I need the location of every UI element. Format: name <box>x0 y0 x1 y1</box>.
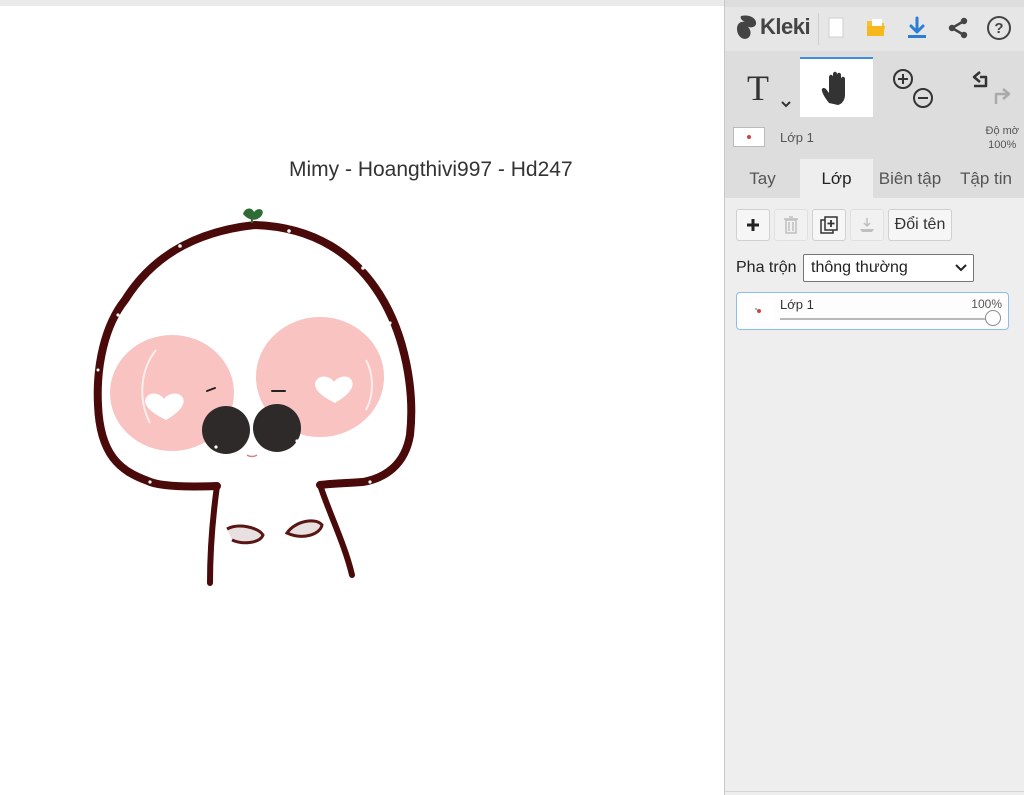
redo-icon <box>994 88 1011 104</box>
tab-hand[interactable]: Tay <box>725 159 800 198</box>
new-file-button[interactable] <box>821 13 851 43</box>
left-arm <box>226 524 265 545</box>
opacity-value: 100% <box>988 139 1017 151</box>
left-eye <box>202 406 250 454</box>
delete-layer-button[interactable] <box>774 209 808 241</box>
download-button[interactable] <box>902 13 932 43</box>
hand-tool-icon <box>821 71 845 105</box>
right-eye <box>253 404 301 452</box>
rename-layer-button[interactable]: Đổi tên <box>888 209 952 241</box>
add-layer-button[interactable] <box>736 209 770 241</box>
top-toolbar: Kleki ? <box>725 7 1024 51</box>
duplicate-layer-icon <box>820 216 838 234</box>
opacity-readout: Độ mờ 100% <box>986 124 1020 152</box>
undo-icon <box>972 71 1011 104</box>
hand-tool-button[interactable] <box>800 57 873 117</box>
character-drawing <box>93 208 416 586</box>
rename-label: Đổi tên <box>894 216 946 233</box>
layer-info-bar: Lớp 1 Độ mờ 100% <box>725 120 1024 156</box>
browser-top-strip <box>0 0 724 6</box>
zoom-in-icon <box>893 69 933 108</box>
zoom-button[interactable] <box>875 57 947 117</box>
character-body-right <box>317 482 355 578</box>
blend-mode-value: thông thường <box>811 259 908 276</box>
blend-mode-label: Pha trộn <box>736 259 797 276</box>
text-tool-icon: T <box>747 68 791 108</box>
download-icon <box>908 16 926 38</box>
text-tool-button[interactable]: T <box>725 57 799 117</box>
delete-layer-icon <box>784 216 798 234</box>
side-panel: Kleki ? T Lớp 1 Độ mờ 100% Tay Lớp Biên … <box>724 0 1024 795</box>
tab-edit[interactable]: Biên tập <box>873 159 947 198</box>
drawing-canvas[interactable]: Mimy - Hoangthivi997 - Hd247 <box>0 0 724 795</box>
merge-down-icon <box>860 218 874 232</box>
opacity-label: Độ mờ <box>985 125 1020 137</box>
open-file-icon <box>867 19 885 36</box>
svg-text:T: T <box>747 68 769 108</box>
layer-name: Lớp 1 <box>780 297 814 312</box>
merge-down-button[interactable] <box>850 209 884 241</box>
tab-layers[interactable]: Lớp <box>800 159 873 198</box>
panel-tabs: Tay Lớp Biên tập Tập tin <box>725 159 1024 198</box>
svg-text:?: ? <box>994 20 1003 37</box>
current-layer-name: Lớp 1 <box>780 130 814 145</box>
chevron-down-icon <box>955 264 967 272</box>
right-arm <box>284 519 324 538</box>
share-icon <box>948 17 968 39</box>
new-file-icon <box>828 17 844 38</box>
layer-item[interactable]: Lớp 1 100% <box>736 292 1009 330</box>
kleki-logo[interactable]: Kleki <box>735 14 811 40</box>
undo-redo-button[interactable] <box>949 57 1023 117</box>
tool-row: T <box>725 57 1024 117</box>
duplicate-layer-button[interactable] <box>812 209 846 241</box>
layer-opacity-slider[interactable] <box>780 318 995 320</box>
help-button[interactable]: ? <box>984 13 1014 43</box>
help-icon: ? <box>987 16 1011 40</box>
share-button[interactable] <box>943 13 973 43</box>
layer-opacity: 100% <box>971 297 1002 311</box>
layer-thumbnail-small <box>733 127 765 147</box>
add-layer-icon <box>747 219 759 231</box>
layers-tab-content: Đổi tên Pha trộn thông thường Lớp 1 100% <box>725 198 1024 795</box>
toolbar-separator <box>818 13 819 45</box>
open-file-button[interactable] <box>861 13 891 43</box>
tab-file[interactable]: Tập tin <box>947 159 1024 198</box>
canvas-caption: Mimy - Hoangthivi997 - Hd247 <box>289 158 573 181</box>
logo-text: Kleki <box>760 14 811 39</box>
character-body-left <box>207 483 220 586</box>
blend-mode-select[interactable]: thông thường <box>803 254 974 282</box>
layer-thumbnail <box>744 300 774 322</box>
kleki-logo-icon <box>737 15 757 39</box>
panel-bottom-divider <box>725 791 1024 792</box>
layer-opacity-slider-handle[interactable] <box>985 310 1001 326</box>
